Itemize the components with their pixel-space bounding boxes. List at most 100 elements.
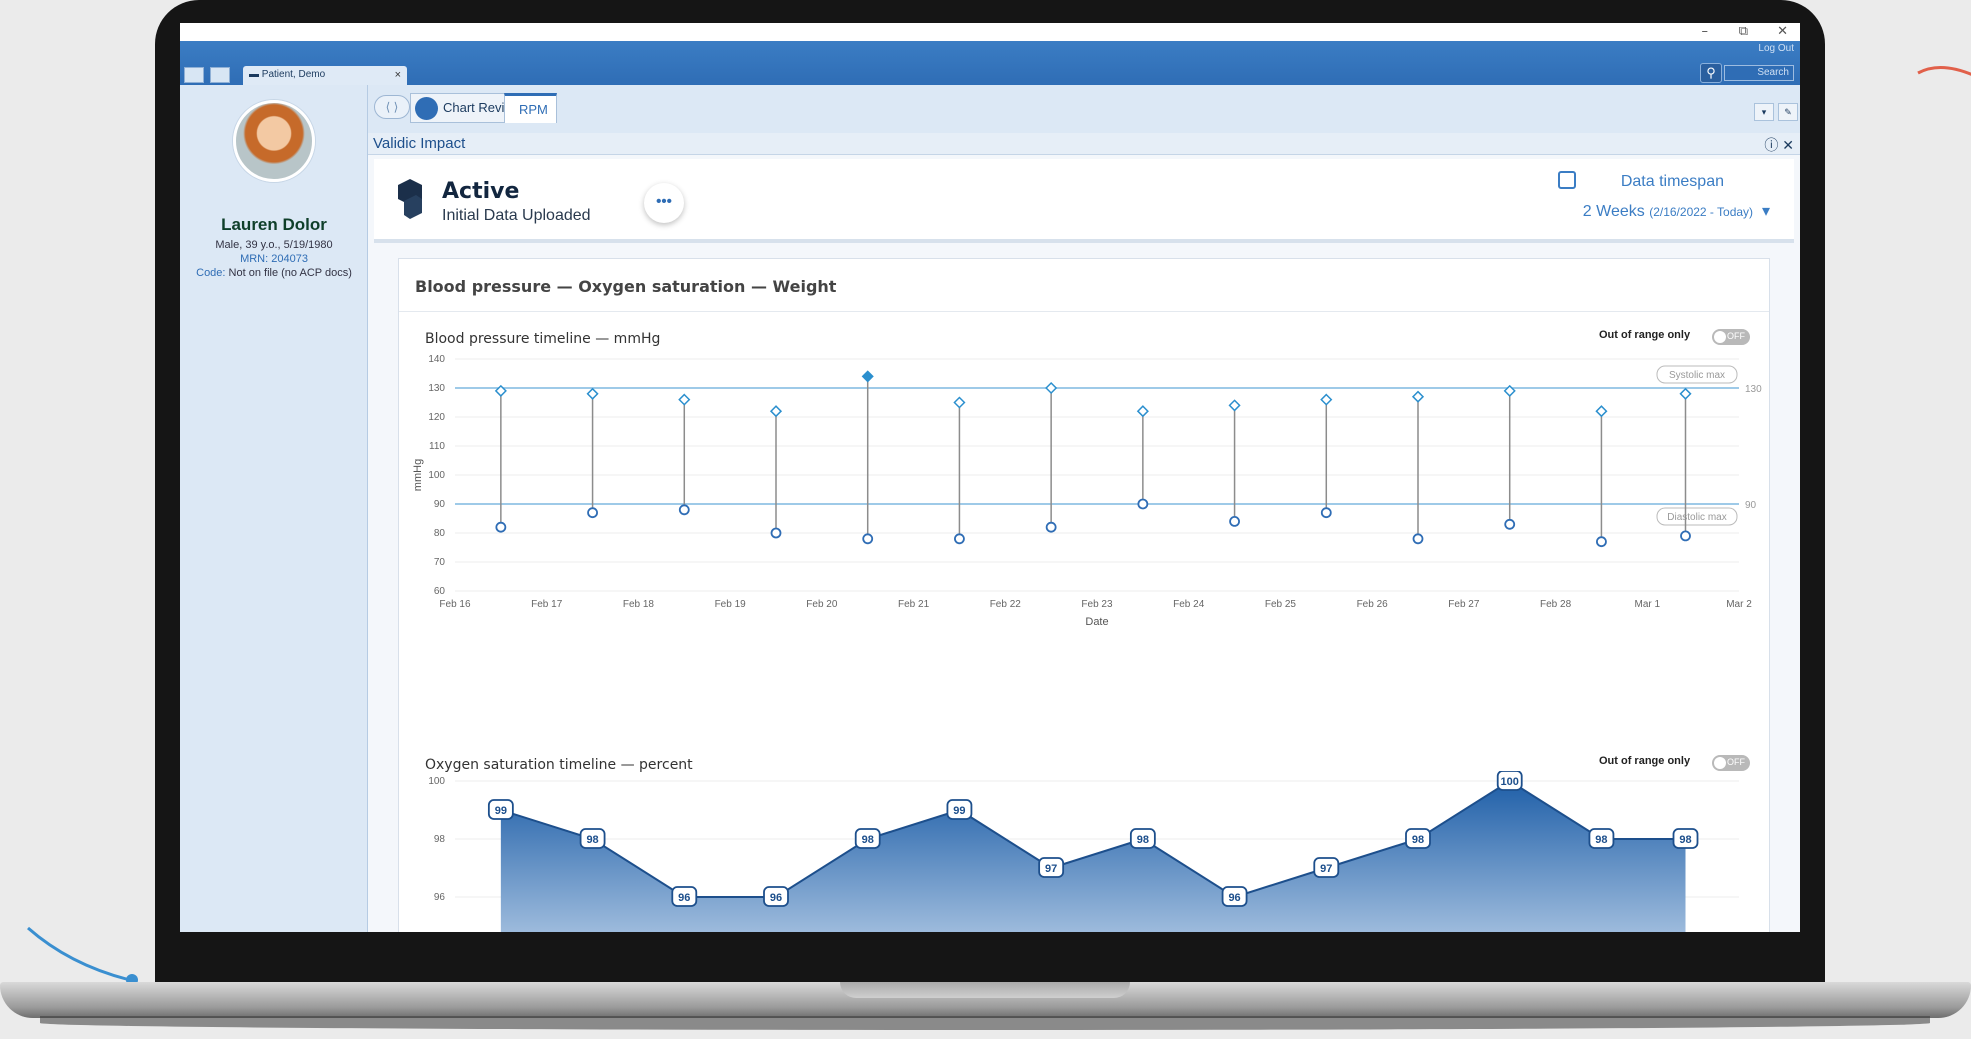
patient-avatar xyxy=(233,100,315,182)
decorative-curve-right xyxy=(1917,66,1971,76)
minimize-button[interactable]: – xyxy=(1702,24,1709,39)
divider xyxy=(399,311,1769,312)
spo2-data-label: 98 xyxy=(1679,834,1691,846)
tab-rpm-label: RPM xyxy=(519,102,548,117)
y-tick-label: 80 xyxy=(434,528,446,539)
restore-button[interactable]: ⧉ xyxy=(1739,24,1748,39)
chevron-down-icon: ▾ xyxy=(1757,203,1770,220)
patient-mrn: MRN: 204073 xyxy=(240,253,308,265)
tab-rpm[interactable]: RPM xyxy=(504,93,557,123)
status-title: Active xyxy=(442,179,520,204)
diastolic-point xyxy=(587,507,598,519)
systolic-point xyxy=(1320,393,1333,406)
diastolic-point xyxy=(954,533,965,545)
y-tick-label: 60 xyxy=(434,586,446,597)
diastolic-point xyxy=(678,504,690,516)
patient-tab[interactable]: ▬ Patient, Demo × xyxy=(243,66,407,85)
spo2-data-label: 96 xyxy=(678,892,690,904)
code-value: Not on file (no ACP docs) xyxy=(228,267,352,279)
charts-card-title: Blood pressure — Oxygen saturation — Wei… xyxy=(415,277,837,296)
validic-logo-icon xyxy=(398,179,422,219)
systolic-point xyxy=(861,370,874,383)
patient-name[interactable]: Lauren Dolor xyxy=(180,215,368,235)
y-tick-label: 140 xyxy=(428,354,445,365)
spo2-data-label: 100 xyxy=(1501,776,1519,788)
patient-code: Code: Not on file (no ACP docs) xyxy=(180,267,368,279)
diastolic-point xyxy=(1045,521,1057,533)
timespan-label: Data timespan xyxy=(1620,173,1724,190)
x-tick-label: Feb 18 xyxy=(623,599,655,610)
code-label: Code: xyxy=(196,267,226,279)
timespan-value: 2 Weeks xyxy=(1582,203,1645,220)
bp-out-of-range-toggle[interactable]: OFF xyxy=(1712,329,1750,345)
spo2-data-label: 98 xyxy=(1595,834,1607,846)
folder-icon: ▬ xyxy=(249,69,262,80)
x-tick-label: Feb 21 xyxy=(898,599,930,610)
charts-card: Blood pressure — Oxygen saturation — Wei… xyxy=(398,258,1770,932)
spo2-out-of-range-label: Out of range only xyxy=(1599,755,1691,767)
diastolic-point xyxy=(1229,515,1240,527)
search-icon[interactable]: ⚲ xyxy=(1700,63,1722,83)
spo2-data-label: 99 xyxy=(495,805,507,817)
diastolic-point xyxy=(1504,518,1516,530)
bp-chart: 60 70 80 90 100 110 120 130 140 Feb 16 Feb 17 Feb 1… xyxy=(412,354,1762,628)
threshold-badge-label: Diastolic max xyxy=(1667,512,1726,523)
close-tab-icon[interactable]: × xyxy=(395,69,401,81)
x-axis-label: Date xyxy=(1085,616,1108,628)
threshold-badge-label: Systolic max xyxy=(1669,370,1725,381)
y-tick-label: 100 xyxy=(428,776,445,787)
diastolic-point xyxy=(495,521,507,533)
systolic-point xyxy=(1136,405,1149,418)
status-subtitle: Initial Data Uploaded xyxy=(442,207,591,224)
content-title: Validic Impact xyxy=(373,135,466,152)
calendar-icon xyxy=(1558,171,1576,189)
status-card: Active Initial Data Uploaded ••• Data ti… xyxy=(374,159,1794,243)
spo2-data-label: 98 xyxy=(1137,834,1149,846)
spo2-data-label: 99 xyxy=(953,805,965,817)
more-options-button[interactable]: ••• xyxy=(644,183,684,223)
rpm-content: Validic Impact ⓘ ✕ Active Initial Data U… xyxy=(368,133,1800,932)
dropdown-icon[interactable]: ▾ xyxy=(1754,103,1774,121)
back-forward-icon[interactable]: ⟨ ⟩ xyxy=(374,95,410,119)
spo2-data-label: 98 xyxy=(586,834,598,846)
y-tick-label: 110 xyxy=(429,441,445,452)
title-bar: – ⧉ ✕ xyxy=(180,23,1800,41)
timespan-select[interactable]: 2 Weeks (2/16/2022 - Today) ▾ xyxy=(1583,201,1770,221)
systolic-point xyxy=(1228,399,1241,412)
spo2-area xyxy=(500,781,1686,932)
threshold-value-label: 130 xyxy=(1745,384,1762,395)
x-tick-label: Feb 25 xyxy=(1265,599,1297,610)
diastolic-point xyxy=(1412,533,1424,545)
calendar-icon[interactable] xyxy=(184,67,204,83)
y-tick-label: 100 xyxy=(428,470,445,481)
systolic-point xyxy=(1411,390,1425,403)
x-tick-label: Feb 23 xyxy=(1081,599,1113,610)
systolic-point xyxy=(1679,387,1692,400)
x-tick-label: Feb 16 xyxy=(439,599,471,610)
spo2-data-label: 97 xyxy=(1320,863,1332,875)
y-tick-label: 120 xyxy=(428,412,445,423)
logout-link[interactable]: Log Out xyxy=(1758,43,1794,54)
diastolic-point xyxy=(770,527,782,539)
systolic-point xyxy=(678,393,691,406)
search-input[interactable]: Search xyxy=(1724,65,1794,81)
spo2-data-label: 97 xyxy=(1045,863,1057,875)
y-axis-label: mmHg xyxy=(412,459,424,491)
app-window: – ⧉ ✕ ▬ Patient, Demo × Log Out ⚲ Search… xyxy=(180,23,1800,932)
diastolic-point xyxy=(1320,507,1332,519)
systolic-point xyxy=(769,405,783,418)
patient-demographics: Male, 39 y.o., 5/19/1980 xyxy=(215,239,333,251)
spo2-out-of-range-toggle[interactable]: OFF xyxy=(1712,755,1750,771)
spo2-data-label: 98 xyxy=(862,834,874,846)
patient-sidebar: Lauren Dolor Male, 39 y.o., 5/19/1980 MR… xyxy=(180,85,368,932)
timespan-dates: (2/16/2022 - Today) xyxy=(1649,205,1754,219)
diastolic-point xyxy=(1137,498,1149,510)
systolic-point xyxy=(953,396,966,409)
diastolic-point xyxy=(1596,536,1607,548)
close-window-button[interactable]: ✕ xyxy=(1777,24,1788,39)
help-close-controls[interactable]: ⓘ ✕ xyxy=(1764,135,1794,155)
list-icon[interactable] xyxy=(210,67,230,83)
laptop-shadow xyxy=(40,1016,1930,1030)
wrench-icon[interactable]: ✎ xyxy=(1778,103,1798,121)
systolic-point xyxy=(1595,405,1608,418)
